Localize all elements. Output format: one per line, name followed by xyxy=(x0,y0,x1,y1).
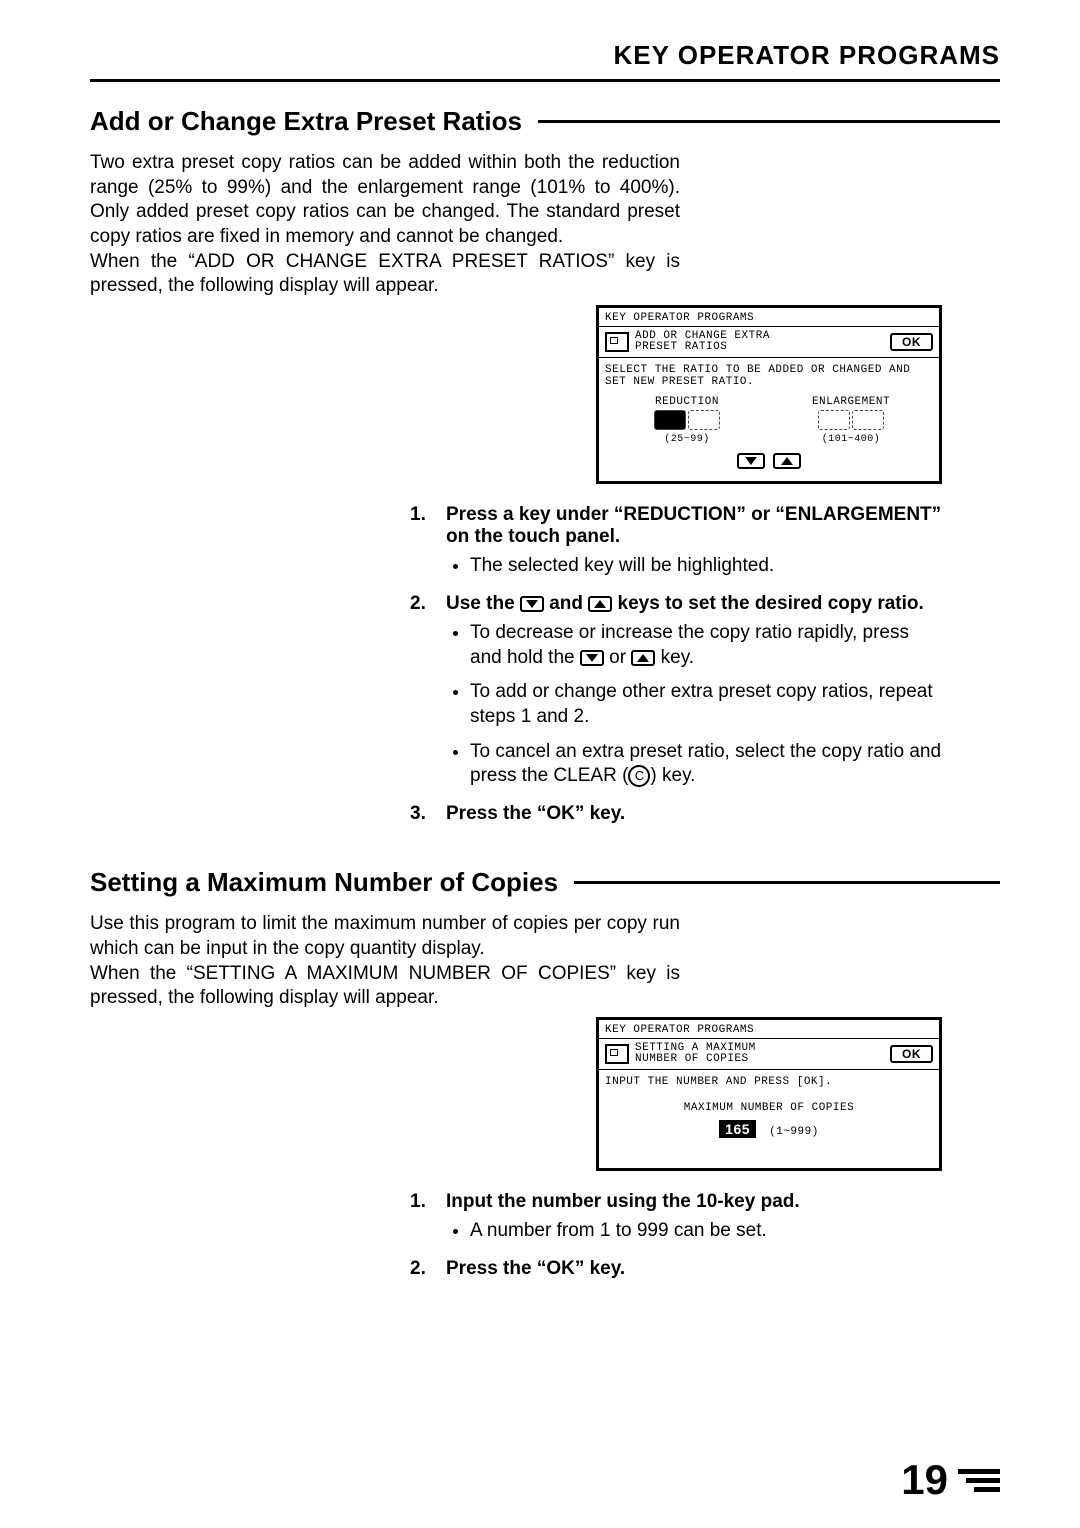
down-key[interactable] xyxy=(737,453,765,469)
step-heading: Press a key under “REDUCTION” or “ENLARG… xyxy=(446,504,942,548)
max-copies-range: (1~999) xyxy=(769,1126,819,1138)
title-rule xyxy=(538,120,1000,123)
triangle-down-icon xyxy=(744,455,758,467)
up-key-inline xyxy=(588,596,612,612)
clear-key-icon: C xyxy=(628,765,650,787)
max-copies-value: 165 xyxy=(719,1120,756,1138)
lcd-panel-maxcopies: KEY OPERATOR PROGRAMS SETTING A MAXIMUM … xyxy=(596,1017,942,1171)
lcd-subtitle: ADD OR CHANGE EXTRA PRESET RATIOS xyxy=(635,331,884,353)
step-number: 1. xyxy=(410,1191,446,1213)
page-number-area: 19 xyxy=(901,1456,1000,1504)
display-icon xyxy=(605,332,629,352)
section2-steps: 1. Input the number using the 10-key pad… xyxy=(410,1191,942,1280)
triangle-up-icon xyxy=(780,455,794,467)
lcd-title: KEY OPERATOR PROGRAMS xyxy=(599,1020,939,1039)
step-number: 1. xyxy=(410,504,446,548)
up-key[interactable] xyxy=(773,453,801,469)
ok-button[interactable]: OK xyxy=(890,1045,933,1063)
up-key-inline xyxy=(631,650,655,666)
section2-intro: Use this program to limit the maximum nu… xyxy=(90,912,680,1011)
step-heading: Use the and keys to set the desired copy… xyxy=(446,593,942,615)
step-1: 1. Input the number using the 10-key pad… xyxy=(410,1191,942,1244)
reduction-range: (25~99) xyxy=(608,434,765,445)
lcd-subtitle: SETTING A MAXIMUM NUMBER OF COPIES xyxy=(635,1043,884,1065)
reduction-label: REDUCTION xyxy=(608,396,765,408)
lcd-message: INPUT THE NUMBER AND PRESS [OK]. xyxy=(599,1070,939,1092)
step-heading: Press the “OK” key. xyxy=(446,803,942,825)
triangle-up-icon xyxy=(593,599,607,609)
lcd-panel-ratios: KEY OPERATOR PROGRAMS ADD OR CHANGE EXTR… xyxy=(596,305,942,484)
header-rule xyxy=(90,79,1000,82)
step-heading: Press the “OK” key. xyxy=(446,1258,942,1280)
down-key-inline xyxy=(520,596,544,612)
step-bullet: To add or change other extra preset copy… xyxy=(470,680,942,729)
triangle-down-icon xyxy=(525,599,539,609)
enlargement-slot-1[interactable] xyxy=(818,410,850,430)
enlargement-range: (101~400) xyxy=(772,434,929,445)
page-number: 19 xyxy=(901,1456,948,1504)
step-bullet: To decrease or increase the copy ratio r… xyxy=(470,621,942,670)
enlargement-slot-2[interactable] xyxy=(852,410,884,430)
triangle-down-icon xyxy=(585,653,599,663)
step-bullet: To cancel an extra preset ratio, select … xyxy=(470,740,942,789)
step-number: 3. xyxy=(410,803,446,825)
step-bullet: A number from 1 to 999 can be set. xyxy=(470,1219,942,1244)
step-number: 2. xyxy=(410,1258,446,1280)
step-1: 1. Press a key under “REDUCTION” or “ENL… xyxy=(410,504,942,579)
page-end-decoration xyxy=(958,1465,1000,1496)
max-copies-label: MAXIMUM NUMBER OF COPIES xyxy=(605,1102,933,1114)
title-rule xyxy=(574,881,1000,884)
section-title-1: Add or Change Extra Preset Ratios xyxy=(90,106,1000,137)
ok-button[interactable]: OK xyxy=(890,333,933,351)
lcd-title: KEY OPERATOR PROGRAMS xyxy=(599,308,939,327)
manual-page: KEY OPERATOR PROGRAMS Add or Change Extr… xyxy=(0,0,1080,1528)
section-title-text: Add or Change Extra Preset Ratios xyxy=(90,106,522,137)
step-bullet: The selected key will be highlighted. xyxy=(470,554,942,579)
section1-steps: 1. Press a key under “REDUCTION” or “ENL… xyxy=(410,504,942,825)
display-icon xyxy=(605,1044,629,1064)
down-key-inline xyxy=(580,650,604,666)
section1-intro: Two extra preset copy ratios can be adde… xyxy=(90,151,680,299)
step-2: 2. Press the “OK” key. xyxy=(410,1258,942,1280)
section-title-2: Setting a Maximum Number of Copies xyxy=(90,867,1000,898)
step-2: 2. Use the and keys to set the desired c… xyxy=(410,593,942,789)
enlargement-label: ENLARGEMENT xyxy=(772,396,929,408)
reduction-slot-2[interactable] xyxy=(688,410,720,430)
reduction-slot-1[interactable] xyxy=(654,410,686,430)
reduction-column: REDUCTION (25~99) xyxy=(608,396,765,445)
enlargement-column: ENLARGEMENT (101~400) xyxy=(772,396,929,445)
section-title-text: Setting a Maximum Number of Copies xyxy=(90,867,558,898)
step-number: 2. xyxy=(410,593,446,615)
triangle-up-icon xyxy=(636,653,650,663)
step-3: 3. Press the “OK” key. xyxy=(410,803,942,825)
step-heading: Input the number using the 10-key pad. xyxy=(446,1191,942,1213)
lcd-message: SELECT THE RATIO TO BE ADDED OR CHANGED … xyxy=(599,358,939,392)
page-header: KEY OPERATOR PROGRAMS xyxy=(90,40,1000,75)
